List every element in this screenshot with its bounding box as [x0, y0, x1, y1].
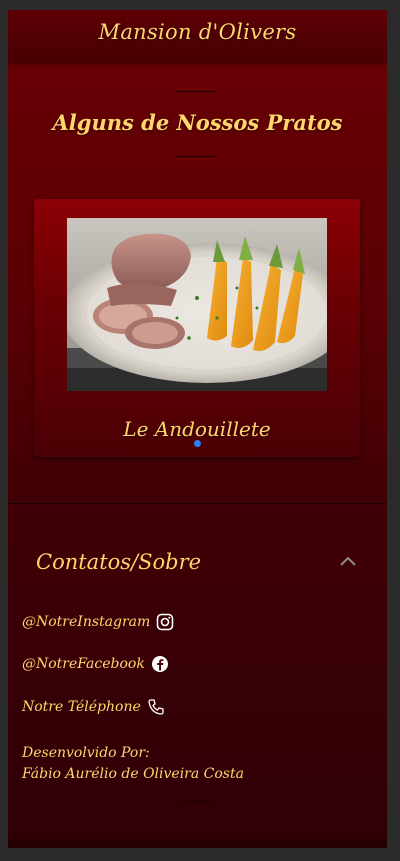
contact-instagram[interactable]: @NotreInstagram	[22, 613, 174, 631]
title-bottom-divider	[176, 156, 216, 157]
credits-name: Fábio Aurélio de Oliveira Costa	[22, 766, 244, 782]
section-title: Alguns de Nossos Pratos	[52, 110, 343, 135]
carousel-indicator-active[interactable]	[194, 440, 201, 447]
title-top-divider	[176, 91, 216, 92]
brand-title[interactable]: Mansion d'Olivers	[8, 20, 387, 44]
contact-facebook-label: @NotreFacebook	[22, 656, 145, 672]
dish-carousel[interactable]: Le Andouillete	[34, 199, 360, 457]
navbar: Mansion d'Olivers	[8, 10, 387, 62]
facebook-icon	[151, 655, 169, 673]
contact-instagram-label: @NotreInstagram	[22, 614, 151, 630]
credits-label: Desenvolvido Por:	[22, 745, 150, 761]
dish-photo	[67, 218, 327, 391]
instagram-icon	[156, 613, 174, 631]
contact-phone[interactable]: Notre Téléphone	[22, 698, 165, 716]
contact-phone-label: Notre Téléphone	[22, 699, 141, 715]
footer-divider	[8, 503, 387, 504]
app-frame: Mansion d'Olivers Alguns de Nossos Prato…	[8, 10, 387, 848]
bottom-strip	[8, 840, 387, 848]
dish-caption: Le Andouillete	[123, 417, 271, 441]
chevron-up-icon[interactable]	[336, 551, 360, 571]
footer-title: Contatos/Sobre	[36, 550, 202, 574]
phone-icon	[147, 698, 165, 716]
credits: Desenvolvido Por: Fábio Aurélio de Olive…	[22, 743, 244, 785]
credits-divider	[180, 801, 214, 802]
contact-facebook[interactable]: @NotreFacebook	[22, 655, 169, 673]
